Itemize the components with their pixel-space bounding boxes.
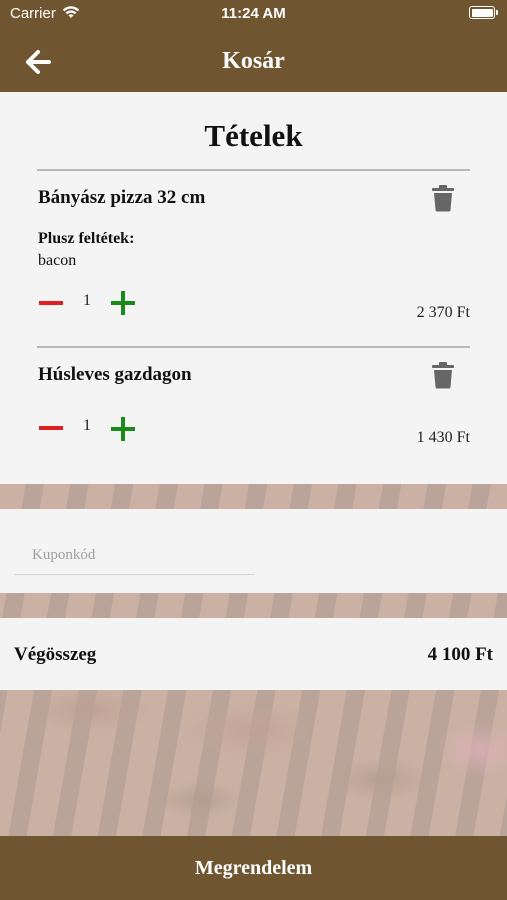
increase-quantity-button[interactable] [111,291,135,315]
total-label: Végösszeg [14,644,97,665]
trash-icon[interactable] [431,361,455,389]
item-price: 1 430 Ft [416,429,470,446]
page-title: Kosár [222,48,285,74]
quantity-value: 1 [83,417,91,434]
item-price: 2 370 Ft [416,304,470,321]
items-heading: Tételek [204,118,303,153]
coupon-code-input[interactable] [14,537,254,575]
divider [37,346,470,348]
extras-value: bacon [38,252,77,269]
quantity-value: 1 [83,292,91,309]
increase-quantity-button[interactable] [111,417,135,441]
status-bar: Carrier 11:24 AM [0,0,507,30]
item-name: Húsleves gazdagon [38,364,192,385]
place-order-button[interactable]: Megrendelem [0,836,507,900]
decrease-quantity-button[interactable] [39,301,63,305]
item-name: Bányász pizza 32 cm [38,187,206,208]
battery-icon [469,6,498,19]
coupon-card [0,509,507,593]
total-amount: 4 100 Ft [427,644,493,665]
clock-time: 11:24 AM [221,5,286,22]
decrease-quantity-button[interactable] [39,426,63,430]
trash-icon[interactable] [431,184,455,212]
divider [37,169,470,171]
cart-items-card: Tételek Bányász pizza 32 cm Plusz feltét… [0,92,507,484]
navigation-bar: Carrier 11:24 AM Kosár [0,0,507,92]
extras-label: Plusz feltétek: [38,230,135,247]
total-card: Végösszeg 4 100 Ft [0,618,507,690]
